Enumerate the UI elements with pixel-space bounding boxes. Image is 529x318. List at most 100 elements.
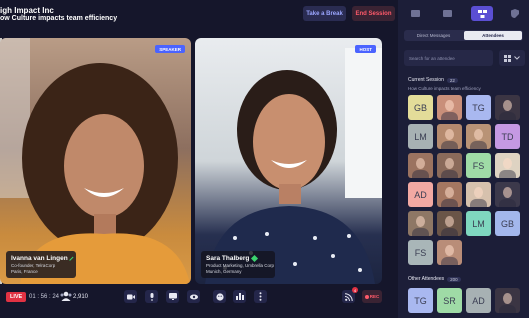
person-shoulders-icon — [412, 228, 429, 236]
speaker-badge: SPEAKER — [155, 45, 185, 53]
view-button[interactable] — [187, 290, 200, 303]
record-button[interactable]: REC — [362, 290, 382, 303]
person-shoulders-icon — [441, 112, 458, 120]
other-attendee-avatar[interactable]: SR — [437, 288, 462, 313]
attendee-avatar[interactable] — [437, 95, 462, 120]
bar-chart-icon — [235, 293, 244, 300]
host-name: Sara Thalberg — [206, 255, 250, 262]
host-location: Munich, Germany — [206, 269, 242, 274]
grid-icon — [442, 10, 452, 17]
attendee-avatar[interactable] — [495, 182, 520, 207]
attendee-avatar[interactable]: LM — [408, 124, 433, 149]
tab-people[interactable] — [404, 6, 426, 21]
attendee-avatar[interactable] — [437, 153, 462, 178]
person-photo-icon — [474, 187, 483, 198]
emoji-icon — [215, 292, 224, 301]
person-photo-icon — [445, 245, 454, 256]
verified-icon — [251, 254, 259, 263]
tab-grid[interactable] — [436, 6, 458, 21]
person-shoulders-icon — [499, 305, 516, 313]
attendee-avatar[interactable] — [408, 153, 433, 178]
person-photo-icon — [445, 216, 454, 227]
person-shoulders-icon — [441, 257, 458, 265]
verified-icon — [68, 256, 73, 261]
speaker-role: Co-founder, TelraCorp — [11, 263, 56, 268]
search-input[interactable]: Search for an attendee — [404, 50, 493, 66]
share-screen-button[interactable] — [166, 290, 179, 303]
attendee-avatar[interactable] — [437, 124, 462, 149]
attendee-avatar[interactable] — [437, 211, 462, 236]
session-title: ow Culture impacts team efficiency — [0, 15, 118, 22]
record-dot-icon — [364, 294, 369, 299]
more-vertical-icon — [259, 292, 262, 301]
notification-count: 4 — [352, 287, 358, 293]
speaker-nameplate: Ivanna van Lingen Co-founder, TelraCorp … — [6, 251, 76, 278]
reactions-button[interactable] — [213, 290, 226, 303]
stats-button[interactable] — [233, 290, 246, 303]
tab-attendees[interactable] — [471, 6, 493, 21]
other-attendees-title: Other Attendees — [408, 276, 445, 282]
screen-share-icon — [168, 293, 177, 300]
host-video-tile[interactable]: HOST Sara Thalberg Product Marketing, Um… — [195, 38, 382, 284]
tab-direct-messages[interactable]: Direct Messages — [405, 31, 462, 40]
person-shoulders-icon — [412, 170, 429, 178]
speaker-location: Paris, France — [11, 269, 38, 274]
person-shoulders-icon — [499, 112, 516, 120]
person-shoulders-icon — [470, 199, 487, 207]
other-attendee-avatar[interactable]: AD — [466, 288, 491, 313]
speaker-name: Ivanna van Lingen — [11, 255, 68, 262]
view-toggle-button[interactable] — [499, 50, 525, 66]
end-session-button[interactable]: End Session — [352, 6, 395, 21]
attendees-icon — [477, 9, 487, 18]
other-attendee-avatar[interactable] — [495, 288, 520, 313]
attendee-avatar[interactable]: FS — [466, 153, 491, 178]
rss-icon — [344, 292, 353, 301]
current-session-topic: How Culture impacts team efficiency — [408, 86, 481, 91]
record-label: REC — [369, 294, 380, 299]
more-options-button[interactable] — [254, 290, 267, 303]
host-nameplate: Sara Thalberg Product Marketing, Umbrell… — [201, 251, 275, 278]
attendee-avatar[interactable]: TG — [466, 95, 491, 120]
camera-button[interactable] — [124, 290, 137, 303]
host-badge: HOST — [355, 45, 376, 53]
sidebar-toggle: Direct Messages Attendees — [404, 30, 523, 41]
attendee-avatar[interactable]: TD — [495, 124, 520, 149]
attendee-avatar[interactable] — [495, 153, 520, 178]
person-photo-icon — [445, 100, 454, 111]
audience-count: 2,910 — [73, 294, 89, 300]
person-shoulders-icon — [499, 199, 516, 207]
attendee-avatar[interactable] — [437, 240, 462, 265]
attendee-avatar[interactable] — [466, 182, 491, 207]
current-session-count: 22 — [446, 77, 458, 83]
broadcast-button[interactable]: 4 — [342, 287, 358, 303]
person-photo-icon — [474, 129, 483, 140]
person-photo-icon — [416, 158, 425, 169]
person-photo-icon — [503, 158, 512, 169]
attendee-avatar[interactable]: FS — [408, 240, 433, 265]
person-photo-icon — [503, 100, 512, 111]
person-photo-icon — [445, 158, 454, 169]
attendee-avatar[interactable]: AD — [408, 182, 433, 207]
audience-icon — [60, 291, 72, 301]
attendee-avatar[interactable] — [495, 95, 520, 120]
current-session-label: Current Session 22 — [408, 77, 458, 83]
attendee-avatar[interactable] — [437, 182, 462, 207]
attendee-avatar[interactable] — [408, 211, 433, 236]
microphone-button[interactable] — [145, 290, 158, 303]
take-break-button[interactable]: Take a Break — [303, 6, 346, 21]
tab-security[interactable] — [504, 6, 526, 21]
session-timer: 01 : 56 : 24 — [29, 294, 60, 300]
microphone-icon — [150, 292, 153, 301]
person-photo-icon — [503, 293, 512, 304]
other-attendees-count: 200 — [447, 276, 461, 282]
person-photo-icon — [445, 129, 454, 140]
eye-icon — [189, 294, 198, 299]
other-attendee-avatar[interactable]: TG — [408, 288, 433, 313]
tab-attendees-list[interactable]: Attendees — [464, 31, 522, 40]
attendee-avatar[interactable]: LM — [466, 211, 491, 236]
speaker-video-tile[interactable]: SPEAKER Ivanna van Lingen Co-founder, Te… — [0, 38, 191, 284]
attendee-avatar[interactable]: GB — [495, 211, 520, 236]
chevron-down-icon — [514, 56, 520, 60]
attendee-avatar[interactable] — [466, 124, 491, 149]
attendee-avatar[interactable]: GB — [408, 95, 433, 120]
